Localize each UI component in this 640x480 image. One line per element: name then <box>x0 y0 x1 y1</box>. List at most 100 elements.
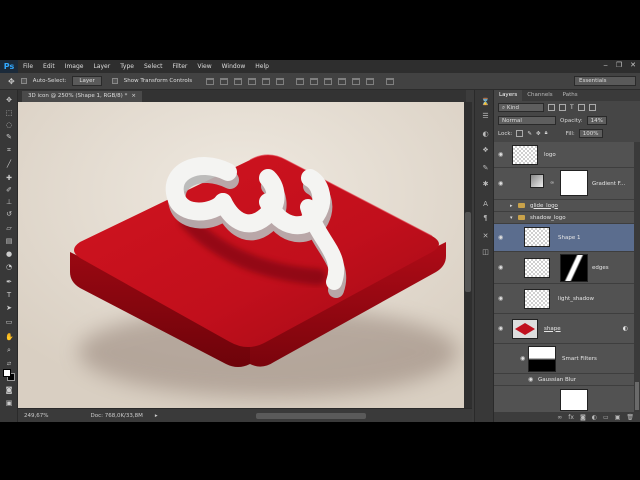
visibility-eye-icon[interactable]: ◉ <box>498 180 505 187</box>
lock-transparency-icon[interactable] <box>516 130 524 137</box>
character-panel-icon[interactable]: A <box>481 200 490 209</box>
hand-tool-icon[interactable]: ✋ <box>5 333 14 341</box>
layer-partial-next[interactable] <box>494 386 634 412</box>
align-bottom-icon[interactable] <box>234 77 243 85</box>
layers-scrollbar[interactable] <box>634 142 640 412</box>
transform-controls-checkbox[interactable] <box>111 78 118 84</box>
visibility-eye-icon[interactable]: ◉ <box>498 151 505 158</box>
menu-window[interactable]: Window <box>217 63 251 70</box>
distribute-bottom-icon[interactable] <box>324 77 333 85</box>
add-mask-icon[interactable]: ◙ <box>580 414 586 421</box>
clone-stamp-tool-icon[interactable]: ⊥ <box>5 198 13 206</box>
tab-paths[interactable]: Paths <box>558 90 583 101</box>
lock-all-icon[interactable]: 🔒︎ <box>545 130 548 137</box>
workspace-dropdown[interactable]: Essentials <box>574 76 636 86</box>
brush-panel-icon[interactable]: ✎ <box>481 164 490 173</box>
healing-brush-tool-icon[interactable]: ✚ <box>5 174 13 182</box>
close-button[interactable]: ✕ <box>630 61 636 69</box>
visibility-eye-icon[interactable]: ◉ <box>498 264 505 271</box>
document-tab[interactable]: 3D icon @ 250% (Shape 1, RGB/8) * × <box>22 91 142 102</box>
menu-image[interactable]: Image <box>60 63 89 70</box>
pixel-filter-icon[interactable] <box>548 104 555 111</box>
canvas-vertical-scrollbar[interactable] <box>464 102 472 408</box>
align-right-icon[interactable] <box>276 77 285 85</box>
restore-button[interactable]: ❐ <box>616 61 622 69</box>
menu-help[interactable]: Help <box>250 63 274 70</box>
layers-scroll-thumb[interactable] <box>635 382 639 410</box>
history-panel-icon[interactable]: ⌛ <box>481 98 490 107</box>
delete-layer-icon[interactable]: 🗑︎ <box>626 414 634 421</box>
swap-colors-icon[interactable]: ⇄ <box>5 360 13 368</box>
group-shadow-logo[interactable]: ▾ shadow_logo <box>494 212 634 224</box>
status-menu-arrow-icon[interactable]: ▸ <box>155 413 158 419</box>
filter-kind-dropdown[interactable]: ⌕ Kind <box>498 103 544 112</box>
screen-mode-icon[interactable]: ▣ <box>5 399 13 407</box>
zoom-tool-icon[interactable]: ⌕ <box>5 346 13 354</box>
menu-edit[interactable]: Edit <box>38 63 60 70</box>
properties-panel-icon[interactable]: ☰ <box>481 112 490 121</box>
layer-light-shadow[interactable]: ◉ light_shadow <box>494 284 634 314</box>
expand-arrow-icon[interactable]: ▾ <box>510 215 513 221</box>
auto-select-dropdown[interactable]: Layer <box>72 76 102 86</box>
document-canvas[interactable] <box>18 102 464 408</box>
opacity-input[interactable]: 14% <box>586 116 607 125</box>
visibility-eye-icon[interactable]: ◉ <box>528 376 535 383</box>
menu-select[interactable]: Select <box>139 63 168 70</box>
layer-shape[interactable]: ◉ shape ◐ <box>494 314 634 344</box>
history-brush-tool-icon[interactable]: ↺ <box>5 210 13 218</box>
info-panel-icon[interactable]: ◫ <box>481 248 490 257</box>
distribute-middle-icon[interactable] <box>310 77 319 85</box>
move-tool-icon[interactable]: ✥ <box>5 96 13 104</box>
menu-type[interactable]: Type <box>115 63 139 70</box>
layer-gradient-fill[interactable]: ◉ ∞ Gradient F... <box>494 168 634 200</box>
type-filter-icon[interactable]: T <box>570 104 574 111</box>
crop-tool-icon[interactable]: ⌗ <box>5 146 13 154</box>
link-layers-icon[interactable]: ∞ <box>557 414 562 421</box>
menu-layer[interactable]: Layer <box>88 63 115 70</box>
distribute-left-icon[interactable] <box>338 77 347 85</box>
visibility-eye-icon[interactable]: ◉ <box>520 355 527 362</box>
distribute-right-icon[interactable] <box>366 77 375 85</box>
dodge-tool-icon[interactable]: ◔ <box>5 263 13 271</box>
adjustments-panel-icon[interactable]: ◐ <box>481 130 490 139</box>
brush-tool-icon[interactable]: ✐ <box>5 186 13 194</box>
auto-select-checkbox[interactable] <box>20 78 27 84</box>
foreground-color-swatch[interactable] <box>3 369 11 377</box>
zoom-level[interactable]: 249,67% <box>18 413 54 419</box>
lasso-tool-icon[interactable]: ◌ <box>5 121 13 129</box>
tab-channels[interactable]: Channels <box>522 90 557 101</box>
align-center-icon[interactable] <box>262 77 271 85</box>
filter-gaussian-blur[interactable]: ◉ Gaussian Blur <box>494 374 634 386</box>
menu-filter[interactable]: Filter <box>168 63 193 70</box>
lock-position-icon[interactable]: ✥ <box>536 131 541 137</box>
lock-pixels-icon[interactable]: ✎ <box>527 131 532 137</box>
adjustment-filter-icon[interactable] <box>559 104 566 111</box>
smart-object-filter-icon[interactable] <box>588 104 596 111</box>
new-adjustment-icon[interactable]: ◐ <box>592 414 597 421</box>
fill-input[interactable]: 100% <box>578 129 603 138</box>
align-middle-icon[interactable] <box>220 77 229 85</box>
pen-tool-icon[interactable]: ✒ <box>5 278 13 286</box>
new-group-icon[interactable]: ▭ <box>603 414 609 421</box>
menu-view[interactable]: View <box>192 63 216 70</box>
menu-file[interactable]: File <box>18 63 38 70</box>
blur-tool-icon[interactable]: ● <box>5 250 13 258</box>
styles-panel-icon[interactable]: ❖ <box>481 146 490 155</box>
blend-mode-dropdown[interactable]: Normal <box>498 116 556 125</box>
layer-shape-1[interactable]: ◉ Shape 1 <box>494 224 634 252</box>
align-top-icon[interactable] <box>206 77 215 85</box>
minimize-button[interactable]: ‒ <box>603 61 607 69</box>
layer-edges[interactable]: ◉ edges <box>494 252 634 284</box>
gradient-tool-icon[interactable]: ▤ <box>5 237 13 245</box>
visibility-eye-icon[interactable]: ◉ <box>498 325 505 332</box>
shape-tool-icon[interactable]: ▭ <box>5 318 13 326</box>
align-left-icon[interactable] <box>248 77 257 85</box>
shape-filter-icon[interactable] <box>577 104 585 111</box>
move-tool-icon[interactable]: ✥ <box>8 77 15 86</box>
layer-style-icon[interactable]: fx <box>568 414 574 421</box>
quick-select-tool-icon[interactable]: ✎ <box>5 133 13 141</box>
marquee-tool-icon[interactable]: ⬚ <box>5 109 13 117</box>
tab-layers[interactable]: Layers <box>494 90 523 101</box>
path-select-tool-icon[interactable]: ➤ <box>5 304 13 312</box>
eraser-tool-icon[interactable]: ▱ <box>5 224 13 232</box>
